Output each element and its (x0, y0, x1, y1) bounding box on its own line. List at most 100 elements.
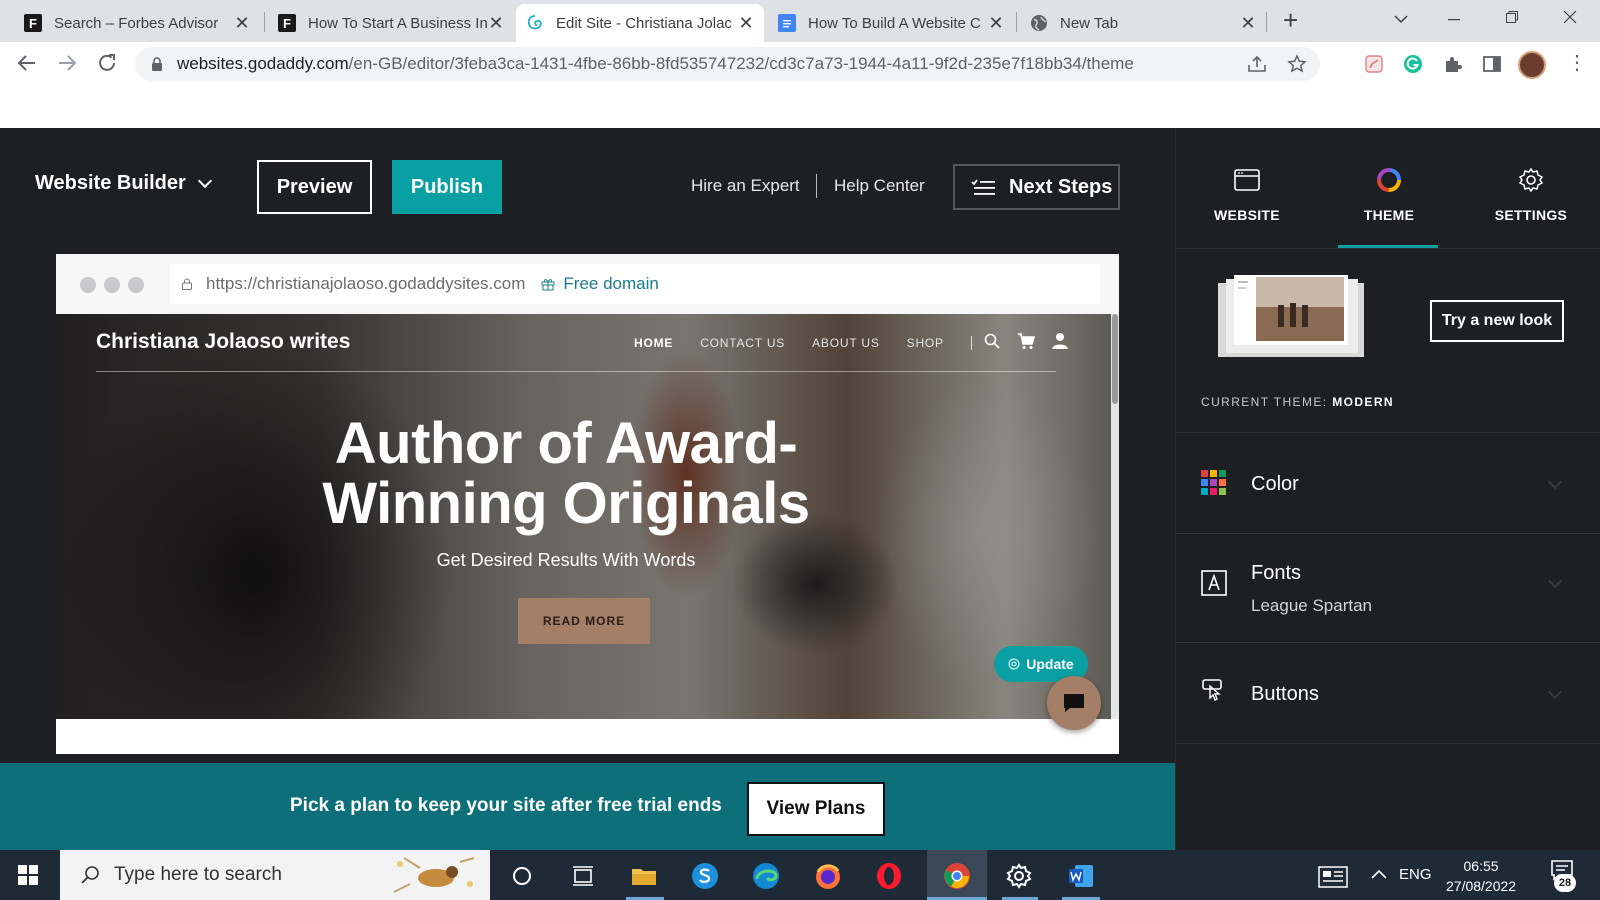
browser-tab-start-business[interactable]: F How To Start A Business In ✕ (268, 4, 514, 42)
tab-settings[interactable]: SETTINGS (1460, 128, 1600, 248)
profile-avatar[interactable] (1518, 51, 1546, 79)
theme-thumbnail[interactable] (1216, 275, 1366, 360)
tab-theme-label: THEME (1363, 207, 1415, 223)
globe-icon (1030, 14, 1048, 32)
firefox-icon[interactable] (814, 862, 842, 890)
try-new-look-button[interactable]: Try a new look (1430, 300, 1564, 342)
cart-icon[interactable] (1017, 332, 1035, 350)
tab-title: Search – Forbes Advisor (54, 14, 219, 32)
grammarly-icon[interactable] (1403, 54, 1423, 74)
hero-heading[interactable]: Author of Award-Winning Originals (286, 414, 846, 534)
side-panel-icon[interactable] (1482, 54, 1502, 74)
hero-subheading[interactable]: Get Desired Results With Words (286, 550, 846, 571)
notification-count-badge: 28 (1554, 874, 1576, 892)
forbes-f-icon: F (278, 14, 296, 32)
fonts-value: League Spartan (1251, 596, 1372, 615)
close-icon[interactable]: ✕ (234, 13, 250, 34)
theme-side-panel: WEBSITE THEME SETTINGS Try a new look CU… (1175, 128, 1600, 850)
browser-tab-build-website[interactable]: How To Build A Website C ✕ (768, 4, 1014, 42)
free-domain-label: Free domain (563, 274, 659, 293)
site-navigation: HOME CONTACT US ABOUT US SHOP (634, 336, 996, 350)
chrome-icon[interactable] (943, 862, 971, 890)
browser-menu-icon[interactable]: ⋮ (1567, 50, 1587, 75)
trial-plan-banner: Pick a plan to keep your site after free… (0, 763, 1175, 850)
close-icon[interactable]: ✕ (738, 13, 754, 34)
task-view-icon[interactable] (569, 862, 597, 890)
chat-button[interactable] (1047, 676, 1101, 730)
panel-divider (1176, 743, 1600, 744)
word-icon[interactable] (1067, 862, 1095, 890)
site-title[interactable]: Christiana Jolaoso writes (96, 330, 350, 354)
new-tab-icon[interactable]: + (1283, 5, 1298, 36)
read-more-button[interactable]: READ MORE (518, 598, 650, 644)
skype-icon[interactable] (691, 862, 719, 890)
website-builder-menu[interactable]: Website Builder (35, 172, 212, 195)
chevron-down-icon (197, 173, 212, 188)
site-nav-home[interactable]: HOME (634, 336, 673, 350)
clock-time: 06:55 (1463, 858, 1499, 874)
preview-browser-bar: https://christianajolaoso.godaddysites.c… (56, 254, 1119, 314)
hire-expert-link[interactable]: Hire an Expert (691, 176, 800, 196)
link-divider (816, 174, 817, 198)
tab-title: How To Start A Business In (308, 14, 488, 32)
hero-section[interactable]: Christiana Jolaoso writes HOME CONTACT U… (56, 314, 1111, 719)
chat-bubble-icon (1064, 694, 1084, 712)
address-bar[interactable]: websites.godaddy.com/en-GB/editor/3feba3… (135, 47, 1320, 81)
close-icon[interactable]: ✕ (1240, 13, 1256, 34)
close-icon[interactable]: ✕ (488, 13, 504, 34)
opera-icon[interactable] (875, 862, 903, 890)
browser-tab-edit-site[interactable]: Edit Site - Christiana Jolac ✕ (516, 4, 764, 42)
chevron-down-icon (1547, 474, 1563, 490)
back-arrow-icon[interactable] (16, 52, 38, 79)
help-center-link[interactable]: Help Center (834, 176, 925, 196)
browser-tab-new-tab[interactable]: New Tab ✕ (1020, 4, 1266, 42)
minimize-icon[interactable] (1447, 8, 1461, 29)
editor-canvas: Website Builder Preview Publish Hire an … (0, 128, 1175, 850)
taskbar-search-box[interactable]: Type here to search (60, 850, 490, 900)
tab-theme[interactable]: THEME (1318, 128, 1460, 248)
restore-icon[interactable] (1505, 8, 1519, 29)
plan-banner-text: Pick a plan to keep your site after free… (290, 795, 722, 816)
preview-scrollbar[interactable] (1111, 314, 1119, 719)
bookmark-star-icon[interactable] (1287, 54, 1307, 79)
file-explorer-icon[interactable] (630, 862, 658, 890)
site-nav-shop[interactable]: SHOP (907, 336, 944, 350)
view-plans-button[interactable]: View Plans (747, 782, 885, 836)
chevron-up-icon[interactable] (1370, 866, 1388, 884)
close-icon[interactable]: ✕ (988, 13, 1004, 34)
site-nav-contact[interactable]: CONTACT US (700, 336, 785, 350)
next-steps-button[interactable]: Next Steps (953, 164, 1120, 210)
forward-arrow-icon[interactable] (56, 52, 78, 79)
share-icon[interactable] (1247, 55, 1267, 78)
reload-icon[interactable] (96, 52, 118, 79)
browser-tab-forbes-search[interactable]: F Search – Forbes Advisor ✕ (14, 4, 260, 42)
settings-gear-icon[interactable] (1005, 862, 1033, 890)
close-window-icon[interactable] (1563, 8, 1577, 29)
tab-title: How To Build A Website C (808, 14, 981, 32)
site-nav-about[interactable]: ABOUT US (812, 336, 880, 350)
preview-url: https://christianajolaoso.godaddysites.c… (206, 274, 526, 293)
search-icon[interactable] (983, 332, 1001, 350)
tab-website[interactable]: WEBSITE (1176, 128, 1318, 248)
scrollbar-thumb[interactable] (1112, 314, 1118, 404)
free-domain-link[interactable]: Free domain (541, 274, 659, 294)
tab-separator (1016, 12, 1017, 32)
browser-window-icon (1234, 169, 1260, 191)
windows-start-icon[interactable] (18, 865, 38, 885)
chevron-down-icon (1547, 573, 1563, 589)
publish-button[interactable]: Publish (392, 160, 502, 214)
tab-search-icon[interactable] (1393, 8, 1409, 29)
color-ring-icon (1377, 168, 1401, 192)
input-language[interactable]: ENG (1399, 866, 1432, 883)
account-icon[interactable] (1051, 332, 1069, 350)
tab-separator (264, 12, 265, 32)
cortana-icon[interactable] (508, 862, 536, 890)
panel-divider (1176, 432, 1600, 433)
taskbar-clock[interactable]: 06:55 27/08/2022 (1446, 856, 1516, 896)
extensions-puzzle-icon[interactable] (1443, 54, 1463, 74)
preview-button[interactable]: Preview (257, 160, 372, 214)
edge-icon[interactable] (752, 862, 780, 890)
adobe-extension-icon[interactable] (1364, 54, 1384, 74)
tab-title: Edit Site - Christiana Jolac (556, 14, 732, 32)
news-widget-icon[interactable] (1318, 863, 1348, 891)
